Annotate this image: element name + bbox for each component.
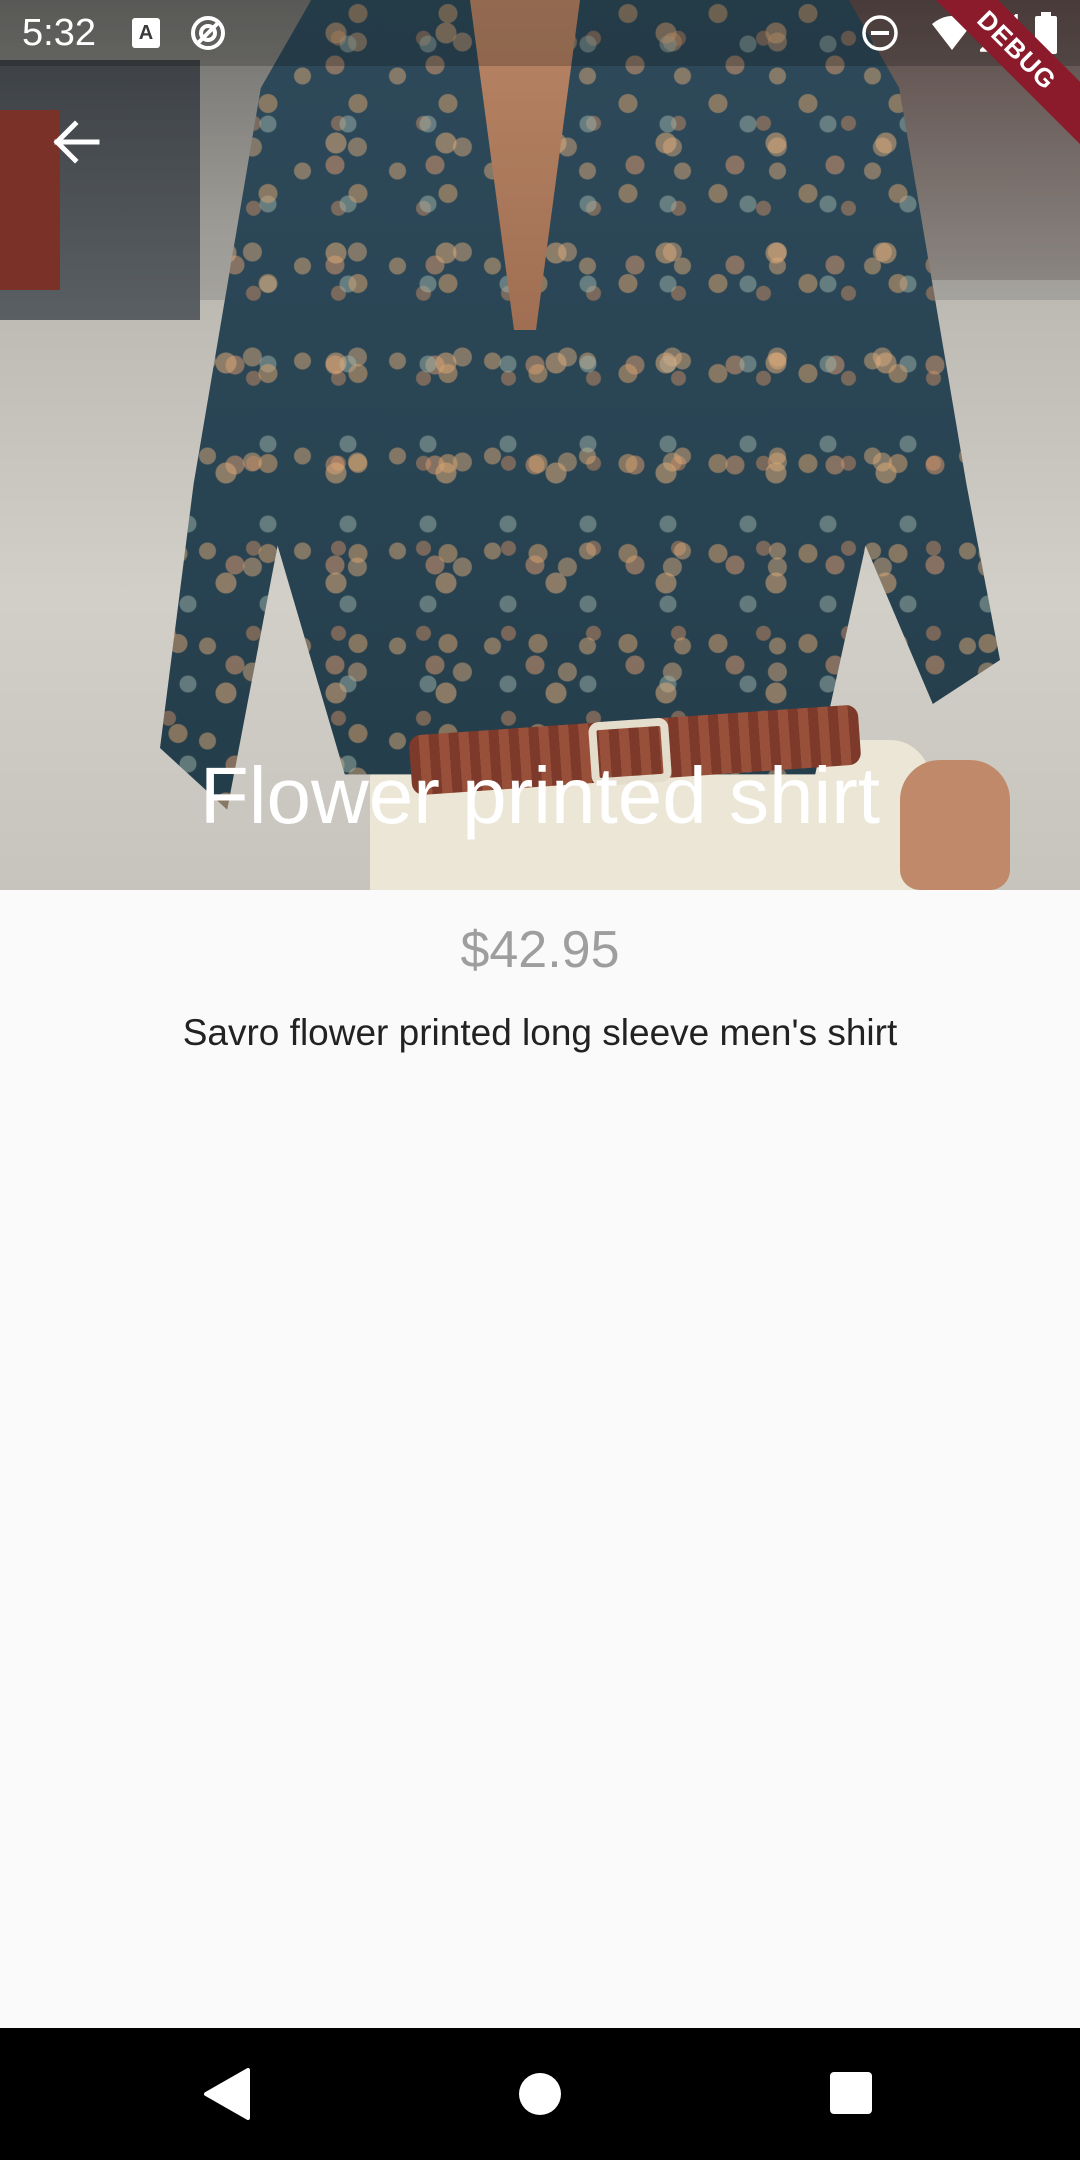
product-price: $42.95 [460, 921, 620, 979]
sync-icon [188, 13, 228, 53]
product-detail-screen: 5:32 A DEBUG Flower printed shirt $42.95… [0, 0, 1080, 2160]
product-description: Savro flower printed long sleeve men's s… [182, 1012, 898, 1053]
back-button[interactable] [36, 104, 116, 184]
do-not-disturb-icon [860, 13, 900, 53]
product-title: Flower printed shirt [199, 751, 881, 840]
keyboard-a-icon: A [132, 18, 160, 48]
status-time: 5:32 [22, 12, 96, 54]
arrow-back-icon [51, 117, 101, 172]
nav-back-icon[interactable] [200, 2066, 254, 2122]
navigation-bar [0, 2028, 1080, 2160]
status-bar: 5:32 A [0, 0, 1080, 66]
nav-recent-icon[interactable] [828, 2070, 874, 2116]
nav-home-icon[interactable] [516, 2070, 564, 2118]
